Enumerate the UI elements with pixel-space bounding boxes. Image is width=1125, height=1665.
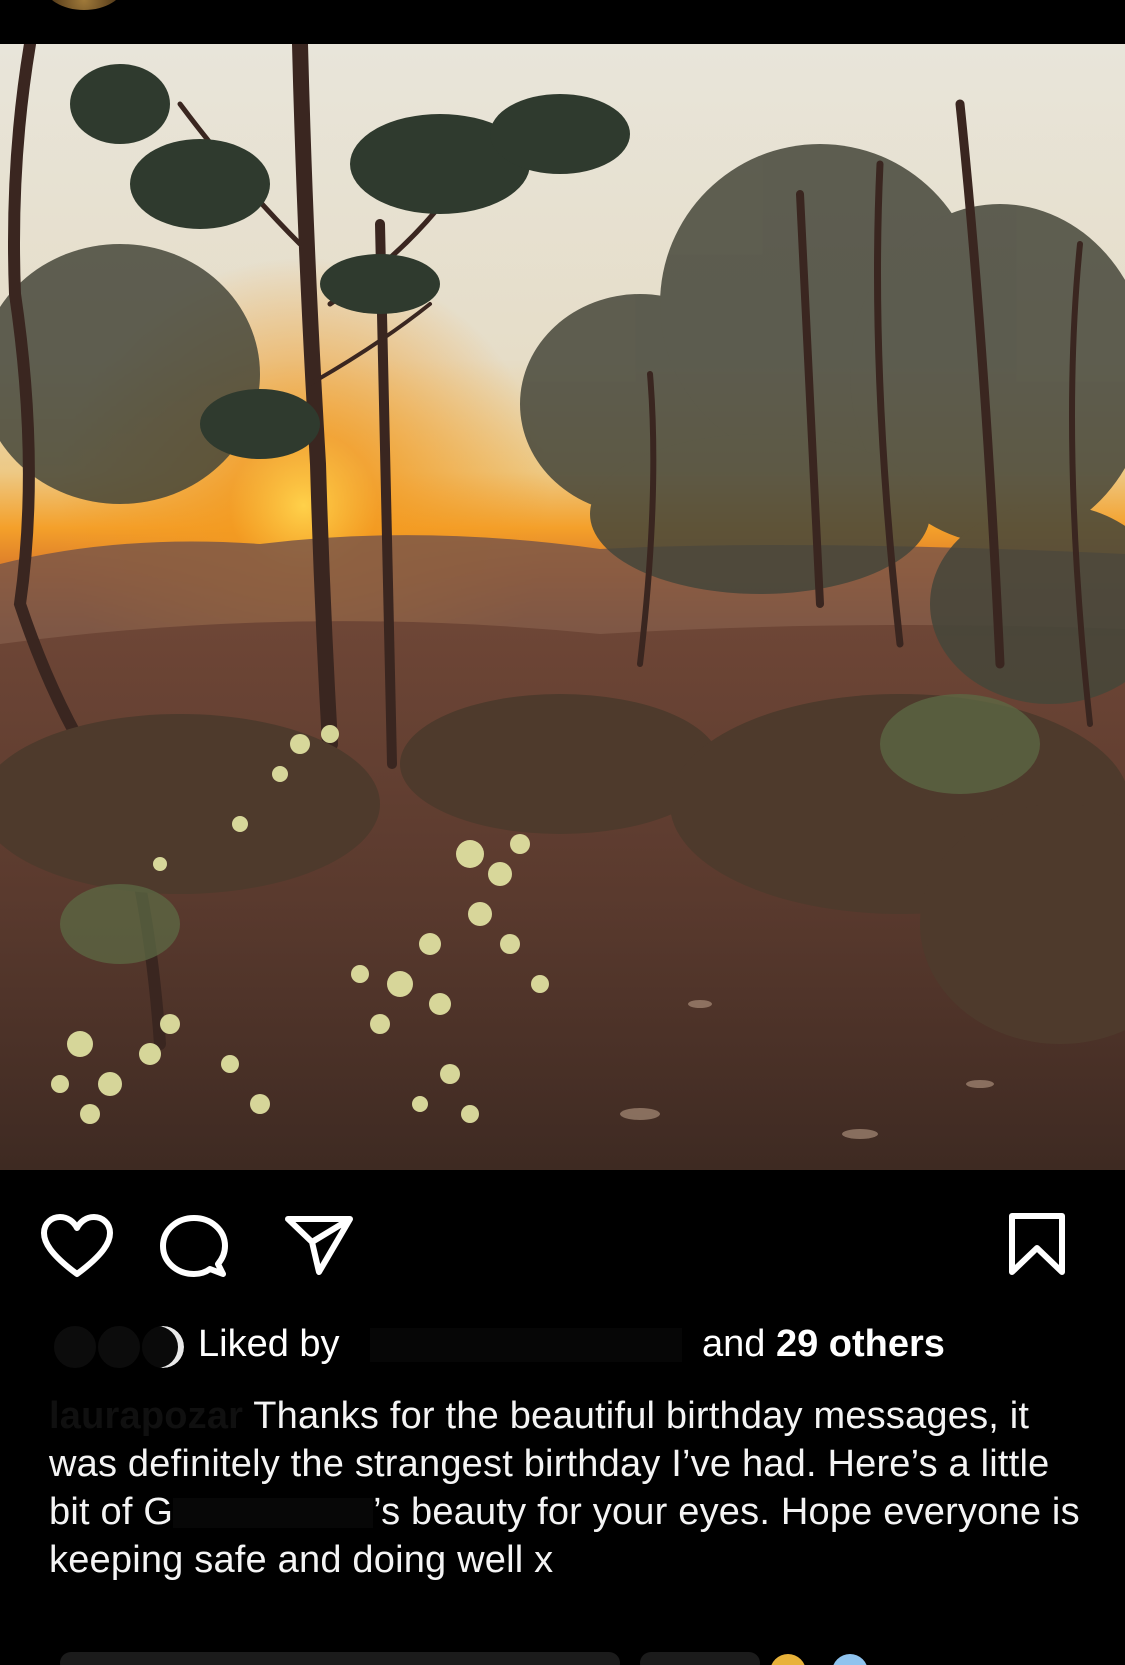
- avatar: [52, 1324, 98, 1370]
- avatar: [140, 1324, 186, 1370]
- emoji-icon: [770, 1654, 806, 1665]
- likes-others[interactable]: and 29 others: [702, 1318, 945, 1370]
- post-header: [0, 0, 1125, 44]
- sunset-bushland-photo: [0, 44, 1125, 1170]
- bookmark-icon[interactable]: [1008, 1212, 1066, 1276]
- heart-emoji-icon: [832, 1654, 868, 1665]
- comment-preview: [640, 1652, 760, 1665]
- post-caption: laurapozar Thanks for the beautiful birt…: [49, 1392, 1089, 1584]
- likes-count[interactable]: 29 others: [776, 1323, 945, 1365]
- next-comment-peek: [0, 1648, 1125, 1665]
- likes-summary[interactable]: Liked by and 29 others: [0, 1318, 1125, 1370]
- author-avatar[interactable]: [44, 0, 124, 10]
- comment-icon[interactable]: [160, 1214, 228, 1280]
- paper-plane-icon[interactable]: [284, 1214, 354, 1276]
- liker-avatars: [52, 1324, 186, 1370]
- post-photo[interactable]: [0, 44, 1125, 1170]
- likes-connector: and: [702, 1323, 766, 1365]
- caption-username[interactable]: laurapozar: [49, 1395, 243, 1437]
- liked-by-label: Liked by: [198, 1323, 340, 1365]
- post-action-bar: [0, 1170, 1125, 1280]
- redacted-place-name: [173, 1498, 374, 1528]
- comment-preview: [60, 1652, 620, 1665]
- avatar: [96, 1324, 142, 1370]
- heart-icon[interactable]: [40, 1214, 114, 1280]
- redacted-liker-name[interactable]: [370, 1328, 682, 1362]
